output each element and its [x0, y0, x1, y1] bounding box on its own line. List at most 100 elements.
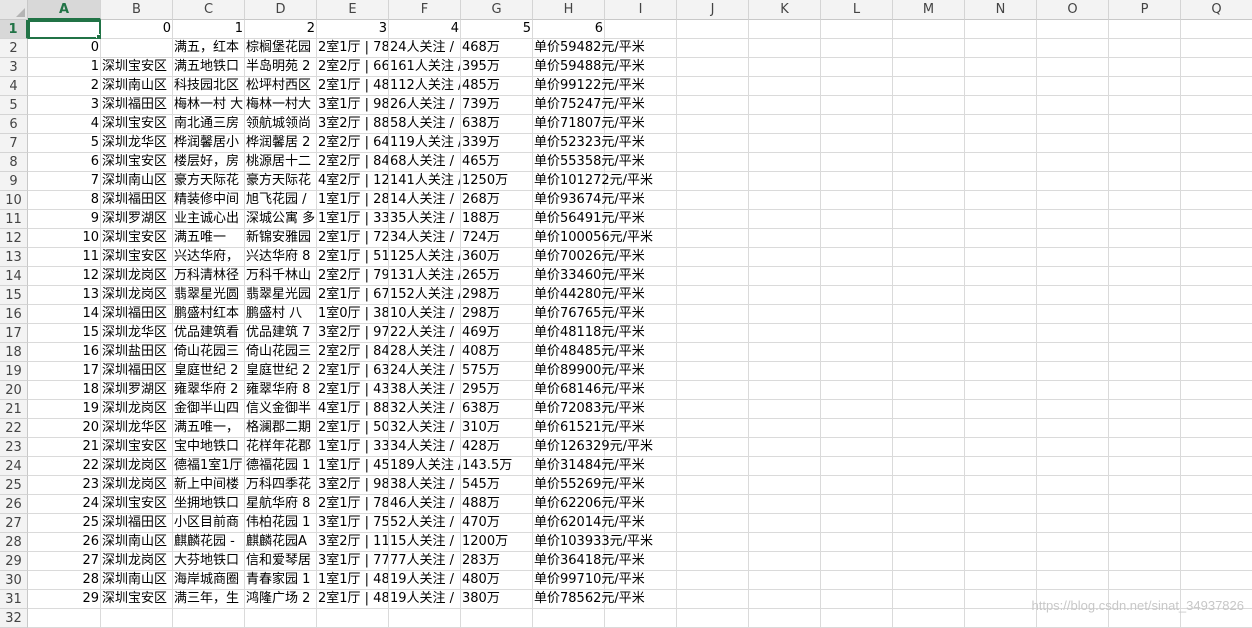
- cell-p7[interactable]: [1109, 134, 1181, 153]
- cell-f13[interactable]: 125人关注 /: [389, 248, 461, 267]
- row-header[interactable]: 4: [0, 77, 28, 96]
- cell-j11[interactable]: [677, 210, 749, 229]
- cell-a5[interactable]: 3: [28, 96, 101, 115]
- cell-k25[interactable]: [749, 476, 821, 495]
- cell-q28[interactable]: [1181, 533, 1252, 552]
- cell-c26[interactable]: 坐拥地铁口: [173, 495, 245, 514]
- cell-j25[interactable]: [677, 476, 749, 495]
- cell-q13[interactable]: [1181, 248, 1252, 267]
- cell-e5[interactable]: 3室1厅 | 98: [317, 96, 389, 115]
- column-header-h[interactable]: H: [533, 0, 605, 20]
- cell-o1[interactable]: [1037, 20, 1109, 39]
- cell-j24[interactable]: [677, 457, 749, 476]
- cell-n22[interactable]: [965, 419, 1037, 438]
- cell-b11[interactable]: 深圳罗湖区: [101, 210, 173, 229]
- cell-g31[interactable]: 380万: [461, 590, 533, 609]
- cell-m17[interactable]: [893, 324, 965, 343]
- cell-q3[interactable]: [1181, 58, 1252, 77]
- cell-e3[interactable]: 2室2厅 | 66: [317, 58, 389, 77]
- cell-l32[interactable]: [821, 609, 893, 628]
- row-header[interactable]: 6: [0, 115, 28, 134]
- cell-c4[interactable]: 科技园北区: [173, 77, 245, 96]
- row-header[interactable]: 14: [0, 267, 28, 286]
- cell-a27[interactable]: 25: [28, 514, 101, 533]
- cell-g9[interactable]: 1250万: [461, 172, 533, 191]
- cell-e22[interactable]: 2室1厅 | 50: [317, 419, 389, 438]
- cell-l26[interactable]: [821, 495, 893, 514]
- cell-p13[interactable]: [1109, 248, 1181, 267]
- cell-p11[interactable]: [1109, 210, 1181, 229]
- cell-a28[interactable]: 26: [28, 533, 101, 552]
- cell-d28[interactable]: 麒麟花园A: [245, 533, 317, 552]
- cell-o20[interactable]: [1037, 381, 1109, 400]
- cell-l12[interactable]: [821, 229, 893, 248]
- cell-p19[interactable]: [1109, 362, 1181, 381]
- cell-k1[interactable]: [749, 20, 821, 39]
- row-header[interactable]: 13: [0, 248, 28, 267]
- cell-o10[interactable]: [1037, 191, 1109, 210]
- cell-m10[interactable]: [893, 191, 965, 210]
- cell-a23[interactable]: 21: [28, 438, 101, 457]
- cell-l9[interactable]: [821, 172, 893, 191]
- row-header[interactable]: 9: [0, 172, 28, 191]
- cell-b32[interactable]: [101, 609, 173, 628]
- cell-l2[interactable]: [821, 39, 893, 58]
- cell-k12[interactable]: [749, 229, 821, 248]
- cell-e8[interactable]: 2室2厅 | 84: [317, 153, 389, 172]
- cell-h22[interactable]: 单价61521元/平米: [533, 419, 645, 438]
- cell-h13[interactable]: 单价70026元/平米: [533, 248, 645, 267]
- cell-g29[interactable]: 283万: [461, 552, 533, 571]
- cell-p4[interactable]: [1109, 77, 1181, 96]
- cell-d5[interactable]: 梅林一村大: [245, 96, 317, 115]
- cell-d2[interactable]: 棕榈堡花园: [245, 39, 317, 58]
- cell-k20[interactable]: [749, 381, 821, 400]
- cell-n31[interactable]: [965, 590, 1037, 609]
- cell-c20[interactable]: 雍翠华府 2: [173, 381, 245, 400]
- select-all-corner[interactable]: [0, 0, 28, 20]
- cell-a16[interactable]: 14: [28, 305, 101, 324]
- cell-m22[interactable]: [893, 419, 965, 438]
- cell-p18[interactable]: [1109, 343, 1181, 362]
- cell-c11[interactable]: 业主诚心出: [173, 210, 245, 229]
- cell-o21[interactable]: [1037, 400, 1109, 419]
- cell-n23[interactable]: [965, 438, 1037, 457]
- cell-m26[interactable]: [893, 495, 965, 514]
- cell-q1[interactable]: [1181, 20, 1252, 39]
- cell-b27[interactable]: 深圳福田区: [101, 514, 173, 533]
- cell-j15[interactable]: [677, 286, 749, 305]
- cell-e10[interactable]: 1室1厅 | 28: [317, 191, 389, 210]
- row-header[interactable]: 31: [0, 590, 28, 609]
- cell-l20[interactable]: [821, 381, 893, 400]
- cell-c21[interactable]: 金御半山四: [173, 400, 245, 419]
- cell-f20[interactable]: 38人关注 /: [389, 381, 461, 400]
- cell-k28[interactable]: [749, 533, 821, 552]
- cell-o2[interactable]: [1037, 39, 1109, 58]
- cell-h32[interactable]: [533, 609, 605, 628]
- cell-l8[interactable]: [821, 153, 893, 172]
- cell-h23[interactable]: 单价126329元/平米: [533, 438, 653, 457]
- cell-h5[interactable]: 单价75247元/平米: [533, 96, 645, 115]
- cell-p5[interactable]: [1109, 96, 1181, 115]
- column-header-p[interactable]: P: [1109, 0, 1181, 20]
- cell-n2[interactable]: [965, 39, 1037, 58]
- cell-j20[interactable]: [677, 381, 749, 400]
- row-header[interactable]: 11: [0, 210, 28, 229]
- cell-f28[interactable]: 15人关注 /: [389, 533, 461, 552]
- column-header-d[interactable]: D: [245, 0, 317, 20]
- row-header[interactable]: 29: [0, 552, 28, 571]
- cell-c19[interactable]: 皇庭世纪 2: [173, 362, 245, 381]
- cell-o9[interactable]: [1037, 172, 1109, 191]
- cell-l3[interactable]: [821, 58, 893, 77]
- cell-h27[interactable]: 单价62014元/平米: [533, 514, 645, 533]
- cell-c15[interactable]: 翡翠星光圆: [173, 286, 245, 305]
- cell-e26[interactable]: 2室1厅 | 78: [317, 495, 389, 514]
- cell-n26[interactable]: [965, 495, 1037, 514]
- cell-o28[interactable]: [1037, 533, 1109, 552]
- cell-d4[interactable]: 松坪村西区: [245, 77, 317, 96]
- cell-h10[interactable]: 单价93674元/平米: [533, 191, 645, 210]
- cell-b19[interactable]: 深圳福田区: [101, 362, 173, 381]
- cell-j16[interactable]: [677, 305, 749, 324]
- cell-d12[interactable]: 新锦安雅园: [245, 229, 317, 248]
- cell-o14[interactable]: [1037, 267, 1109, 286]
- cell-c30[interactable]: 海岸城商圈: [173, 571, 245, 590]
